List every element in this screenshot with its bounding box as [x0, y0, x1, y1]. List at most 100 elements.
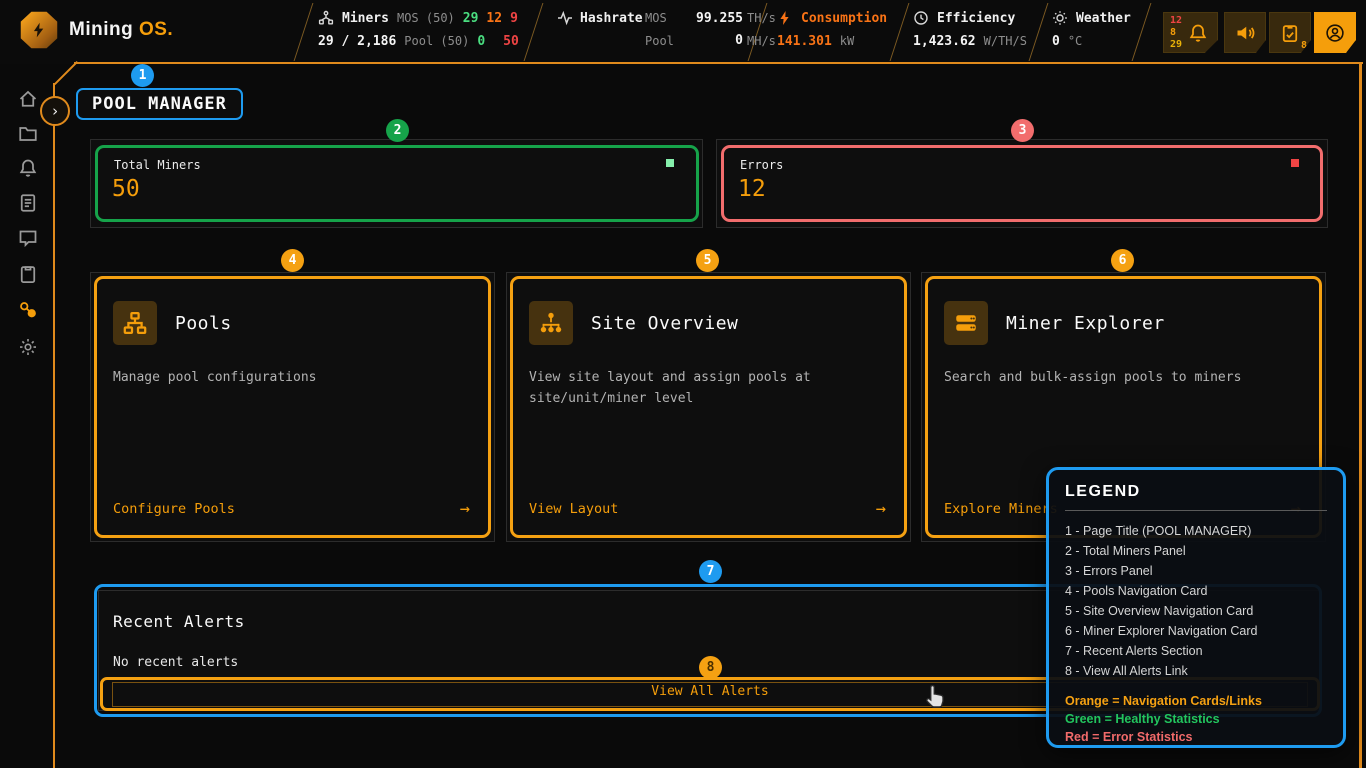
legend-item: 3 - Errors Panel — [1065, 561, 1327, 581]
arrow-right-icon[interactable]: → — [460, 499, 470, 519]
sidebar-item-pools[interactable] — [18, 300, 38, 320]
gear-icon — [18, 337, 38, 357]
errors-panel: Errors 12 — [716, 139, 1328, 228]
miners-pool-label: Pool (50) — [404, 34, 469, 48]
mining-os-logo-icon — [20, 11, 58, 49]
weather-unit: °C — [1068, 34, 1082, 48]
consumption-label: Consumption — [801, 11, 887, 26]
efficiency-stat-group: Efficiency 1,423.62 W/TH/S — [913, 10, 1027, 49]
notif-count-warning: 8 — [1170, 27, 1182, 39]
legend-item: 6 - Miner Explorer Navigation Card — [1065, 621, 1327, 641]
recent-alerts-title: Recent Alerts — [113, 612, 245, 631]
efficiency-unit: W/TH/S — [984, 34, 1027, 48]
home-icon — [18, 89, 38, 109]
weather-label: Weather — [1076, 11, 1131, 26]
brand-logo[interactable]: Mining OS. — [20, 11, 173, 49]
pools-card-title: Pools — [175, 313, 232, 334]
som-badge-8: 8 — [699, 656, 722, 679]
som-badge-1: 1 — [131, 64, 154, 87]
miners-label: Miners — [342, 11, 389, 26]
sun-icon — [1052, 10, 1068, 26]
error-indicator-dot — [1291, 159, 1299, 167]
legend-note-red: Red = Error Statistics — [1065, 728, 1327, 746]
server-icon — [954, 311, 978, 335]
errors-value: 12 — [738, 176, 766, 202]
bell-icon — [18, 158, 38, 178]
arrow-right-icon[interactable]: → — [876, 499, 886, 519]
sidebar-item-files[interactable] — [18, 124, 38, 144]
consumption-unit: kW — [840, 34, 854, 48]
legend-item: 4 - Pools Navigation Card — [1065, 581, 1327, 601]
sidebar-item-reports[interactable] — [18, 193, 38, 213]
errors-label: Errors — [740, 158, 783, 172]
som-badge-4: 4 — [281, 249, 304, 272]
legend-divider — [1065, 510, 1327, 511]
hashrate-mos-value: 99.255 — [687, 11, 747, 26]
sidebar-item-home[interactable] — [18, 89, 38, 109]
miners-mos-warn: 12 — [486, 11, 502, 26]
hashrate-stat-group: Hashrate MOS 99.255 TH/s Pool 0 MH/s — [557, 10, 789, 48]
recent-alerts-empty-text: No recent alerts — [113, 655, 238, 670]
top-header: Mining OS. Miners MOS (50) 29 12 9 29 / … — [0, 0, 1366, 64]
notif-count-info: 29 — [1170, 39, 1182, 51]
weather-value: 0 — [1052, 34, 1060, 49]
notif-count-critical: 12 — [1170, 15, 1182, 27]
user-profile-button[interactable] — [1314, 12, 1356, 53]
sound-button[interactable] — [1224, 12, 1266, 53]
sidebar-expand-button[interactable]: › — [40, 96, 70, 126]
pools-icon — [18, 300, 38, 320]
hashrate-pool-label: Pool — [645, 34, 687, 48]
miner-explorer-card-tile — [944, 301, 988, 345]
legend-item: 2 - Total Miners Panel — [1065, 541, 1327, 561]
header-divider — [1132, 3, 1152, 61]
sitemap-icon — [123, 311, 147, 335]
brand-suffix: OS. — [139, 19, 173, 40]
content-frame-corner — [54, 61, 78, 85]
hashrate-mos-label: MOS — [645, 11, 687, 25]
brand-primary: Mining — [69, 19, 133, 40]
som-badge-5: 5 — [696, 249, 719, 272]
miner-explorer-card-description: Search and bulk-assign pools to miners — [944, 367, 1306, 388]
hashrate-label: Hashrate — [580, 11, 643, 26]
bell-icon — [1188, 23, 1208, 43]
total-miners-label: Total Miners — [114, 158, 201, 172]
weather-stat-group: Weather 0 °C — [1052, 10, 1131, 49]
sidebar-item-tasks[interactable] — [18, 264, 38, 284]
file-text-icon — [18, 193, 38, 213]
miners-mos-label: MOS (50) — [397, 11, 455, 25]
site-overview-card[interactable]: Site Overview View site layout and assig… — [506, 272, 911, 542]
brand-name: Mining OS. — [69, 19, 173, 41]
notifications-button[interactable]: 12 8 29 — [1163, 12, 1218, 53]
activity-icon — [557, 10, 573, 26]
miners-mos-err: 9 — [510, 11, 518, 26]
pools-card[interactable]: Pools Manage pool configurations Configu… — [90, 272, 495, 542]
site-overview-card-tile — [529, 301, 573, 345]
tasks-button[interactable]: 8 — [1269, 12, 1311, 53]
clipboard-check-icon — [1280, 23, 1300, 43]
configure-pools-link[interactable]: Configure Pools — [113, 501, 235, 517]
chat-icon — [18, 228, 38, 248]
view-layout-link[interactable]: View Layout — [529, 501, 618, 517]
sidebar-item-notifications[interactable] — [18, 158, 38, 178]
site-overview-card-description: View site layout and assign pools at sit… — [529, 367, 891, 410]
legend-item: 7 - Recent Alerts Section — [1065, 641, 1327, 661]
pools-card-description: Manage pool configurations — [113, 367, 475, 388]
miners-pool-err: 50 — [503, 34, 519, 49]
user-icon — [1325, 23, 1345, 43]
hashrate-pool-value: 0 — [687, 33, 747, 48]
page-title: POOL MANAGER — [76, 88, 243, 120]
som-badge-6: 6 — [1111, 249, 1134, 272]
header-divider — [524, 3, 544, 61]
legend-note-orange: Orange = Navigation Cards/Links — [1065, 692, 1327, 710]
consumption-value: 141.301 — [777, 34, 832, 49]
miners-network-icon — [318, 10, 334, 26]
sidebar-item-messages[interactable] — [18, 228, 38, 248]
explore-miners-link[interactable]: Explore Miners — [944, 501, 1058, 517]
total-miners-panel: Total Miners 50 — [90, 139, 703, 228]
bolt-icon — [777, 10, 793, 26]
clock-icon — [913, 10, 929, 26]
header-divider — [890, 3, 910, 61]
org-tree-icon — [539, 311, 563, 335]
sidebar-item-settings[interactable] — [18, 337, 38, 357]
legend-item: 1 - Page Title (POOL MANAGER) — [1065, 521, 1327, 541]
